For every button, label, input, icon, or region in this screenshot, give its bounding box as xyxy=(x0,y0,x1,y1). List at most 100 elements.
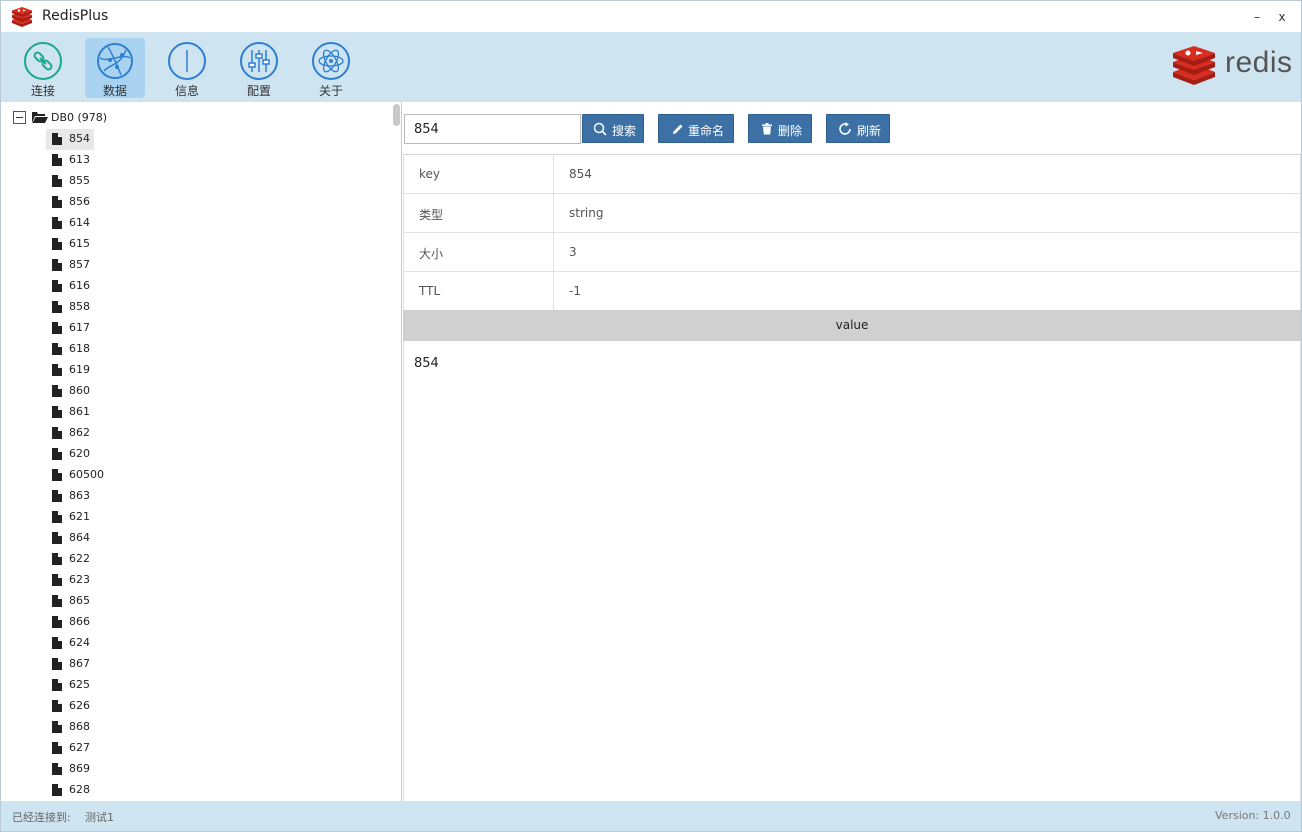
file-icon xyxy=(52,532,62,544)
tree-key-item[interactable]: 855 xyxy=(46,171,94,192)
rename-button[interactable]: 重命名 xyxy=(658,114,734,143)
info-row-key: key 854 xyxy=(403,155,1301,194)
key-search-input[interactable] xyxy=(404,114,581,144)
toolbar-connect-button[interactable]: 连接 xyxy=(13,38,73,98)
toolbar-info-button[interactable]: 信息 xyxy=(157,38,217,98)
tree-key-label: 867 xyxy=(69,657,90,670)
tree-key-label: 624 xyxy=(69,636,90,649)
file-icon xyxy=(52,133,62,145)
file-icon xyxy=(52,154,62,166)
tree-key-item[interactable]: 619 xyxy=(46,360,94,381)
tree-key-item[interactable]: 858 xyxy=(46,297,94,318)
info-label: 大小 xyxy=(404,233,554,271)
info-value: 854 xyxy=(569,167,592,181)
tree-key-item[interactable]: 869 xyxy=(46,759,94,780)
tree-key-item[interactable]: 854 xyxy=(46,129,94,150)
tree-key-item[interactable]: 614 xyxy=(46,213,94,234)
file-icon xyxy=(52,511,62,523)
tree-key-item[interactable]: 867 xyxy=(46,654,94,675)
tree-key-item[interactable]: 862 xyxy=(46,423,94,444)
file-icon xyxy=(52,658,62,670)
tree-scrollbar-thumb[interactable] xyxy=(393,104,400,126)
value-editor[interactable]: 854 xyxy=(403,341,1301,801)
tree-key-label: 620 xyxy=(69,447,90,460)
tree-key-label: 862 xyxy=(69,426,90,439)
info-label: key xyxy=(404,155,554,193)
status-bar: 已经连接到: 测试1 Version: 1.0.0 xyxy=(1,801,1301,831)
sliders-icon xyxy=(240,42,278,80)
file-icon xyxy=(52,427,62,439)
tree-key-item[interactable]: 863 xyxy=(46,486,94,507)
collapse-toggle[interactable] xyxy=(13,111,26,124)
redis-cube-icon xyxy=(1173,46,1215,85)
tree-key-item[interactable]: 624 xyxy=(46,633,94,654)
file-icon xyxy=(52,175,62,187)
toolbar-info-label: 信息 xyxy=(174,84,199,98)
tree-key-item[interactable]: 620 xyxy=(46,444,94,465)
tree-key-item[interactable]: 856 xyxy=(46,192,94,213)
tree-key-item[interactable]: 625 xyxy=(46,675,94,696)
toolbar-about-button[interactable]: 关于 xyxy=(301,38,361,98)
tree-key-item[interactable]: 628 xyxy=(46,780,94,801)
tree-key-item[interactable]: 861 xyxy=(46,402,94,423)
tree-key-label: 614 xyxy=(69,216,90,229)
file-icon xyxy=(52,721,62,733)
tree-key-label: 618 xyxy=(69,342,90,355)
tree-key-label: 857 xyxy=(69,258,90,271)
tree-key-label: 622 xyxy=(69,552,90,565)
tree-key-item[interactable]: 623 xyxy=(46,570,94,591)
file-icon xyxy=(52,763,62,775)
tree-key-item[interactable]: 857 xyxy=(46,255,94,276)
search-button[interactable]: 搜索 xyxy=(582,114,644,143)
refresh-icon xyxy=(839,122,851,135)
rename-button-label: 重命名 xyxy=(688,124,725,138)
tree-key-item[interactable]: 617 xyxy=(46,318,94,339)
file-icon xyxy=(52,322,62,334)
link-icon xyxy=(24,42,62,80)
tree-key-item[interactable]: 616 xyxy=(46,276,94,297)
tree-key-item[interactable]: 866 xyxy=(46,612,94,633)
minimize-button[interactable]: – xyxy=(1247,7,1267,27)
tree-key-label: 861 xyxy=(69,405,90,418)
tree-key-item[interactable]: 860 xyxy=(46,381,94,402)
file-icon xyxy=(52,784,62,796)
file-icon xyxy=(52,574,62,586)
search-icon xyxy=(593,122,607,136)
info-value: -1 xyxy=(569,284,581,298)
tree-key-item[interactable]: 864 xyxy=(46,528,94,549)
refresh-button[interactable]: 刷新 xyxy=(826,114,890,143)
file-icon xyxy=(52,553,62,565)
delete-button[interactable]: 删除 xyxy=(748,114,812,143)
connection-status-label: 已经连接到: xyxy=(12,811,71,824)
toolbar-about-label: 关于 xyxy=(318,84,343,98)
tree-key-item[interactable]: 615 xyxy=(46,234,94,255)
toolbar-config-button[interactable]: 配置 xyxy=(229,38,289,98)
toolbar-data-button[interactable]: 数据 xyxy=(85,38,145,98)
info-row-type: 类型 string xyxy=(403,194,1301,233)
tree-key-item[interactable]: 621 xyxy=(46,507,94,528)
tree-key-item[interactable]: 622 xyxy=(46,549,94,570)
file-icon xyxy=(52,742,62,754)
info-value: string xyxy=(569,206,604,220)
tree-key-item[interactable]: 865 xyxy=(46,591,94,612)
file-icon xyxy=(52,679,62,691)
open-folder-icon xyxy=(32,112,48,123)
close-button[interactable]: x xyxy=(1272,7,1292,27)
tree-key-label: 865 xyxy=(69,594,90,607)
detail-pane: 搜索 重命名 删除 刷新 key 854 xyxy=(403,102,1301,801)
tree-key-item[interactable]: 868 xyxy=(46,717,94,738)
tree-key-label: 869 xyxy=(69,762,90,775)
info-label: TTL xyxy=(404,272,554,310)
tree-key-label: 628 xyxy=(69,783,90,796)
tree-key-label: 615 xyxy=(69,237,90,250)
tree-key-item[interactable]: 60500 xyxy=(46,465,104,486)
tree-key-label: 854 xyxy=(69,132,90,145)
tree-key-item[interactable]: 618 xyxy=(46,339,94,360)
tree-key-item[interactable]: 626 xyxy=(46,696,94,717)
file-icon xyxy=(52,406,62,418)
tree-key-item[interactable]: 613 xyxy=(46,150,94,171)
version-label: Version: 1.0.0 xyxy=(1215,809,1291,822)
pencil-icon xyxy=(673,124,683,134)
tree-key-label: 627 xyxy=(69,741,90,754)
tree-key-item[interactable]: 627 xyxy=(46,738,94,759)
